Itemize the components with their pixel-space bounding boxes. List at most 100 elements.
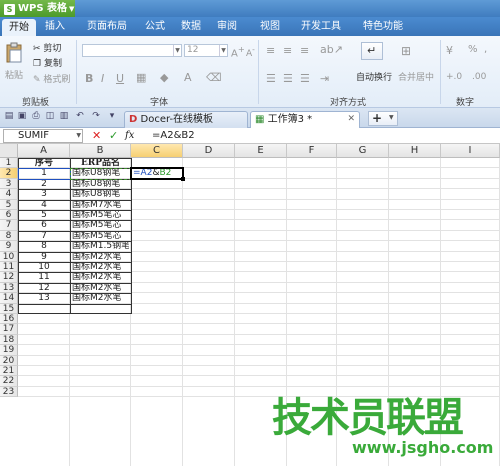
merge-center-button[interactable]: ⊞ (401, 44, 411, 58)
column-header-d[interactable]: D (183, 144, 235, 158)
column-header-e[interactable]: E (235, 144, 287, 158)
merge-center-label: 合并居中 (398, 73, 435, 83)
name-box[interactable]: SUMIF ▼ (3, 129, 83, 143)
align-bottom-button[interactable]: ≡ (300, 44, 309, 57)
row-header-16[interactable]: 16 (0, 314, 18, 325)
tab-review[interactable]: 审阅 (212, 17, 242, 36)
plus-icon: + (372, 111, 383, 125)
row-header-18[interactable]: 18 (0, 334, 18, 346)
tab-docer-templates[interactable]: D Docer-在线模板 (124, 111, 248, 128)
cut-button[interactable]: ✂ 剪切 (33, 41, 61, 54)
tab-formulas[interactable]: 公式 (140, 17, 170, 36)
row-header-6[interactable]: 6 (0, 210, 18, 221)
row-header-21[interactable]: 21 (0, 366, 18, 377)
column-header-c[interactable]: C (131, 144, 183, 158)
active-cell-c2[interactable] (130, 167, 184, 180)
clear-format-button[interactable]: ⌫ (206, 71, 222, 84)
copy-button[interactable]: ❐ 复制 (33, 56, 62, 69)
formula-input[interactable]: =A2&B2 (152, 129, 195, 143)
column-header-g[interactable]: G (337, 144, 389, 158)
print-preview-icon[interactable]: ◫ (44, 111, 56, 123)
comma-button[interactable]: , (484, 44, 487, 55)
row-header-4[interactable]: 4 (0, 189, 18, 200)
save-icon[interactable]: ▣ (16, 111, 28, 123)
row-header-11[interactable]: 11 (0, 262, 18, 273)
row-header-9[interactable]: 9 (0, 241, 18, 252)
underline-button[interactable]: U (116, 72, 124, 85)
table-row-line (18, 262, 131, 263)
tab-insert[interactable]: 插入 (40, 17, 70, 36)
align-right-icon: ☰ (300, 72, 310, 85)
enter-icon[interactable]: ✓ (109, 129, 118, 143)
insert-function-icon[interactable]: fx (125, 129, 134, 143)
font-size-select[interactable]: 12 ▼ (184, 44, 228, 57)
tab-workbook3[interactable]: ▦ 工作簿3 * ✕ (250, 111, 360, 128)
column-header-a[interactable]: A (18, 144, 70, 158)
new-file-icon[interactable]: ▤ (3, 111, 15, 123)
fill-color-button[interactable]: ◆ (160, 71, 168, 84)
font-color-icon: A (184, 71, 192, 84)
row-header-1[interactable]: 1 (0, 158, 18, 169)
border-button[interactable]: ▦ (136, 71, 146, 84)
row-header-17[interactable]: 17 (0, 324, 18, 335)
print-icon[interactable]: ⎙ (30, 111, 42, 123)
tab-data[interactable]: 数据 (176, 17, 206, 36)
bold-button[interactable]: B (85, 72, 93, 85)
align-middle-button[interactable]: ≡ (283, 44, 292, 57)
fill-handle[interactable] (181, 176, 185, 181)
row-header-8[interactable]: 8 (0, 230, 18, 242)
align-right-button[interactable]: ☰ (300, 72, 310, 85)
tab-view[interactable]: 视图 (255, 17, 285, 36)
close-icon[interactable]: ✕ (347, 112, 355, 127)
customize-toolbar-icon[interactable]: ▾ (106, 111, 118, 123)
undo-icon[interactable]: ↶ (74, 111, 86, 123)
align-left-button[interactable]: ☰ (266, 72, 276, 85)
grow-font-button[interactable]: A+ (231, 44, 245, 59)
tab-page-layout[interactable]: 页面布局 (80, 17, 134, 36)
align-bottom-icon: ≡ (300, 44, 310, 57)
row-header-7[interactable]: 7 (0, 220, 18, 231)
cancel-icon[interactable]: ✕ (92, 129, 101, 143)
indent-button[interactable]: ⇥ (320, 72, 329, 85)
row-header-22[interactable]: 22 (0, 376, 18, 387)
column-header-f[interactable]: F (287, 144, 337, 158)
redo-icon[interactable]: ↷ (90, 111, 102, 123)
table-row-line (18, 251, 131, 253)
italic-button[interactable]: I (101, 72, 104, 85)
wrap-text-button[interactable]: ↵ (361, 42, 383, 60)
row-header-15[interactable]: 15 (0, 303, 18, 314)
column-header-h[interactable]: H (389, 144, 441, 158)
row-header-19[interactable]: 19 (0, 345, 18, 356)
column-header-i[interactable]: I (441, 144, 500, 158)
font-color-button[interactable]: A (184, 71, 192, 84)
table-row-line (18, 293, 131, 295)
row-header-3[interactable]: 3 (0, 178, 18, 190)
align-top-button[interactable]: ≡ (266, 44, 275, 57)
tab-special-features[interactable]: 特色功能 (354, 17, 412, 36)
tab-developer[interactable]: 开发工具 (296, 17, 346, 36)
open-icon[interactable]: ▥ (58, 111, 70, 123)
paste-button[interactable] (6, 42, 24, 64)
row-header-13[interactable]: 13 (0, 282, 18, 294)
row-header-5[interactable]: 5 (0, 199, 18, 210)
increase-decimal-button[interactable]: +.0 (446, 72, 462, 82)
row-header-20[interactable]: 20 (0, 355, 18, 366)
orientation-button[interactable]: ab↗ (320, 43, 343, 56)
app-menu-button[interactable]: S WPS 表格 ▼ (0, 0, 75, 17)
shrink-font-button[interactable]: A- (246, 45, 255, 59)
select-all-corner[interactable] (0, 144, 18, 158)
format-painter-button[interactable]: ✎ 格式刷 (33, 72, 70, 85)
tab-home[interactable]: 开始 (2, 19, 36, 36)
decrease-decimal-button[interactable]: .00 (472, 72, 486, 82)
align-center-button[interactable]: ☰ (283, 72, 293, 85)
row-header-10[interactable]: 10 (0, 251, 18, 262)
row-header-14[interactable]: 14 (0, 293, 18, 304)
font-name-select[interactable]: ▼ (82, 44, 182, 57)
percent-button[interactable]: % (468, 44, 478, 55)
column-header-b[interactable]: B (70, 144, 131, 158)
row-header-12[interactable]: 12 (0, 272, 18, 283)
currency-button[interactable]: ¥ (446, 44, 453, 57)
new-tab-button[interactable]: + ▼ (368, 111, 398, 126)
row-header-23[interactable]: 23 (0, 386, 18, 398)
row-header-2[interactable]: 2 (0, 168, 18, 179)
